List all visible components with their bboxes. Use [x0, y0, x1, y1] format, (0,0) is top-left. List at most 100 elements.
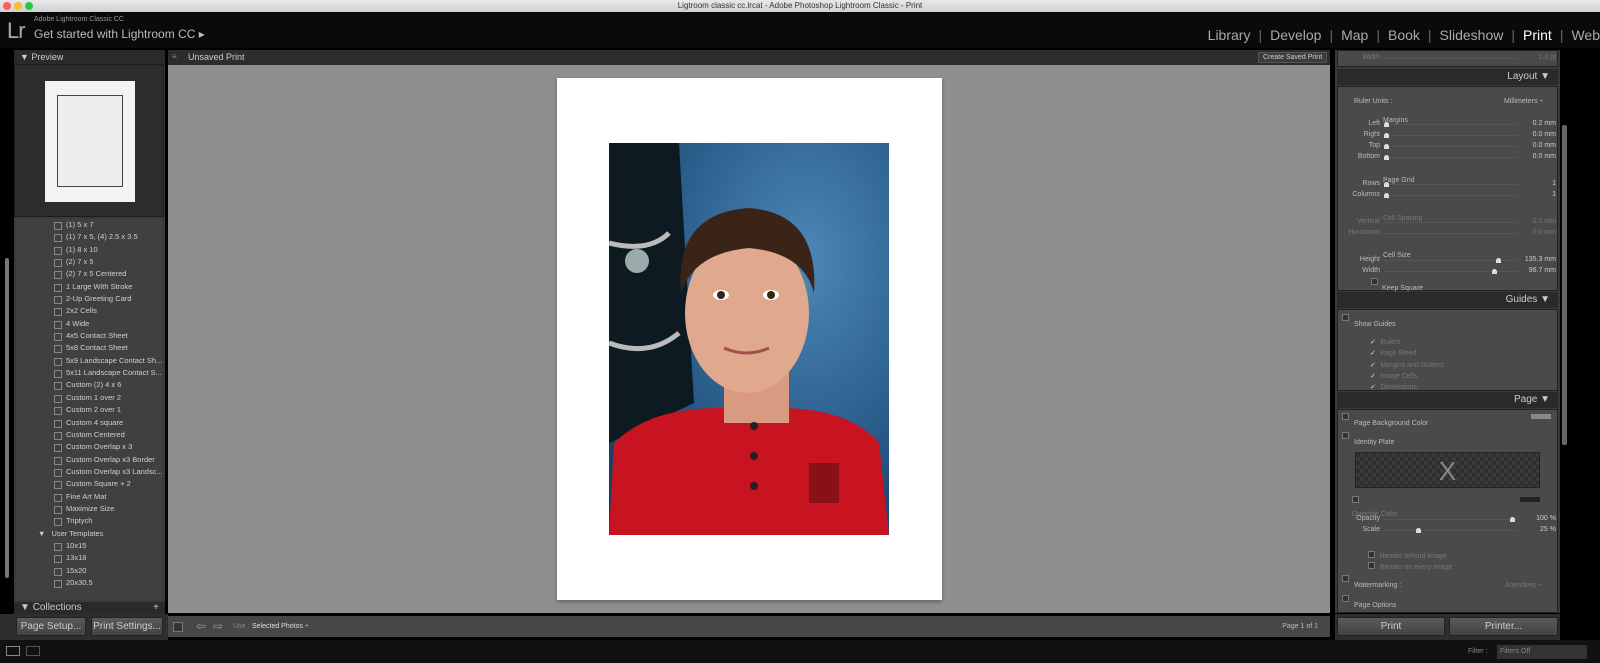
module-web[interactable]: Web: [1571, 27, 1600, 43]
margin-top-value[interactable]: 0.0 mm: [1520, 142, 1556, 149]
template-item[interactable]: Custom (2) 4 x 6: [16, 379, 162, 391]
grid-rows-value[interactable]: 1: [1520, 180, 1556, 187]
opacity-value[interactable]: 100 %: [1520, 515, 1556, 522]
spacing-horizontal-value[interactable]: 0.0 mm: [1520, 229, 1556, 236]
stroke-width-slider[interactable]: [1384, 58, 1518, 59]
margin-left-value[interactable]: 0.2 mm: [1520, 120, 1556, 127]
next-page-arrow-icon[interactable]: ⇨: [213, 619, 223, 633]
module-book[interactable]: Book: [1388, 27, 1420, 43]
watermarking-checkbox[interactable]: [1342, 575, 1349, 582]
opacity-slider[interactable]: [1384, 517, 1518, 522]
spacing-horizontal-slider[interactable]: [1384, 233, 1518, 234]
override-color-swatch[interactable]: [1520, 497, 1540, 502]
page-options-box[interactable]: [1342, 595, 1349, 602]
slider-thumb[interactable]: [1416, 528, 1422, 533]
slider-thumb[interactable]: [1384, 193, 1389, 198]
cell-width-value[interactable]: 96.7 mm: [1520, 267, 1556, 274]
template-item[interactable]: Custom Centered: [16, 429, 162, 441]
toolbar-toggle-checkbox[interactable]: [173, 622, 183, 632]
scale-value[interactable]: 25 %: [1520, 526, 1556, 533]
module-slideshow[interactable]: Slideshow: [1440, 27, 1504, 43]
template-item[interactable]: 5x9 Landscape Contact Sh...: [16, 355, 162, 367]
keep-square-box[interactable]: [1371, 278, 1378, 285]
identity-plate-preview[interactable]: X: [1355, 452, 1540, 488]
template-item[interactable]: Custom Overlap x3 Border: [16, 454, 162, 466]
grid-rows-slider[interactable]: [1384, 182, 1518, 187]
add-collection-icon[interactable]: +: [153, 602, 159, 614]
override-color-checkbox[interactable]: [1352, 496, 1359, 503]
watermarking-box[interactable]: [1342, 575, 1349, 582]
template-item[interactable]: Custom Overlap x 3: [16, 441, 162, 453]
template-item[interactable]: Custom Overlap x3 Landsc...: [16, 466, 162, 478]
cell-width-slider[interactable]: [1384, 269, 1518, 274]
slider-thumb[interactable]: [1384, 133, 1389, 138]
template-item[interactable]: 4 Wide: [16, 318, 162, 330]
close-window-button[interactable]: [3, 2, 11, 10]
page-setup-button[interactable]: Page Setup...: [16, 617, 86, 636]
margin-bottom-value[interactable]: 0.0 mm: [1520, 153, 1556, 160]
left-scrollbar[interactable]: [5, 258, 9, 578]
photo-cell[interactable]: [609, 143, 889, 535]
margin-right-value[interactable]: 0.0 mm: [1520, 131, 1556, 138]
grid-columns-value[interactable]: 1: [1520, 191, 1556, 198]
bg-color-swatch-wrap[interactable]: [1531, 414, 1551, 419]
guides-panel-header[interactable]: Guides ▼: [1337, 292, 1558, 308]
template-item[interactable]: Custom Square + 2: [16, 478, 162, 490]
slider-thumb[interactable]: [1510, 517, 1516, 522]
module-print[interactable]: Print: [1523, 27, 1552, 43]
template-item[interactable]: 5x8 Contact Sheet: [16, 342, 162, 354]
create-saved-print-button[interactable]: Create Saved Print: [1258, 52, 1328, 63]
show-guides-box[interactable]: [1342, 314, 1349, 321]
template-item[interactable]: 2-Up Greeting Card: [16, 293, 162, 305]
secondary-window-icon[interactable]: [26, 646, 40, 656]
template-item[interactable]: 2x2 Cells: [16, 305, 162, 317]
get-started-link[interactable]: Get started with Lightroom CC ▸: [34, 27, 205, 41]
show-guides-checkbox[interactable]: [1342, 314, 1349, 321]
template-item[interactable]: Custom 2 over 1: [16, 404, 162, 416]
right-scrollbar[interactable]: [1562, 125, 1567, 445]
cell-height-value[interactable]: 135.3 mm: [1520, 256, 1556, 263]
spacing-vertical-value[interactable]: 0.0 mm: [1520, 218, 1556, 225]
minimize-window-button[interactable]: [14, 2, 22, 10]
user-template-item[interactable]: 15x20: [16, 565, 162, 577]
folder-expand-icon[interactable]: ▼: [38, 529, 45, 538]
slider-thumb[interactable]: [1496, 258, 1502, 263]
template-item[interactable]: Maximize Size: [16, 503, 162, 515]
module-map[interactable]: Map: [1341, 27, 1368, 43]
page-background-color-checkbox[interactable]: [1342, 413, 1349, 420]
slider-thumb[interactable]: [1492, 269, 1498, 274]
use-selector[interactable]: Selected Photos ÷: [252, 623, 309, 630]
template-item[interactable]: (1) 7 x 5, (4) 2.5 x 3.5: [16, 231, 162, 243]
layout-panel-header[interactable]: Layout ▼: [1337, 69, 1558, 85]
menu-icon[interactable]: ≡: [172, 53, 180, 61]
user-template-item[interactable]: 20x30.5: [16, 577, 162, 589]
collections-header[interactable]: ▼ Collections +: [14, 602, 165, 614]
spacing-vertical-slider[interactable]: [1384, 222, 1518, 223]
template-item[interactable]: Custom 4 square: [16, 417, 162, 429]
slider-thumb[interactable]: [1384, 144, 1389, 149]
template-item[interactable]: 4x5 Contact Sheet: [16, 330, 162, 342]
identity-plate-box[interactable]: [1342, 432, 1349, 439]
template-item[interactable]: (2) 7 x 5: [16, 256, 162, 268]
watermark-dropdown[interactable]: Attendees ÷: [1505, 574, 1542, 592]
user-template-item[interactable]: 13x18: [16, 552, 162, 564]
page-options-checkbox[interactable]: [1342, 595, 1349, 602]
template-item[interactable]: (2) 7 x 5 Centered: [16, 268, 162, 280]
identity-plate-checkbox[interactable]: [1342, 432, 1349, 439]
ruler-units-dropdown[interactable]: Millimeters ÷: [1504, 90, 1543, 108]
previous-page-arrow-icon[interactable]: ⇦: [196, 619, 206, 633]
print-settings-button[interactable]: Print Settings...: [91, 617, 163, 636]
module-develop[interactable]: Develop: [1270, 27, 1321, 43]
preview-panel-header[interactable]: ▼ Preview: [14, 50, 165, 64]
keep-square-checkbox[interactable]: [1371, 278, 1378, 285]
slider-thumb[interactable]: [1384, 122, 1389, 127]
margin-right-slider[interactable]: [1384, 133, 1518, 138]
user-templates-folder[interactable]: ▼ User Templates: [16, 528, 162, 540]
scale-slider[interactable]: [1384, 528, 1518, 533]
template-item[interactable]: Triptych: [16, 515, 162, 527]
page-background-color-box[interactable]: [1342, 413, 1349, 420]
bg-color-swatch[interactable]: [1531, 414, 1551, 419]
margin-bottom-slider[interactable]: [1384, 155, 1518, 160]
user-template-item[interactable]: 10x15: [16, 540, 162, 552]
filter-dropdown[interactable]: Filters Off: [1497, 645, 1587, 659]
